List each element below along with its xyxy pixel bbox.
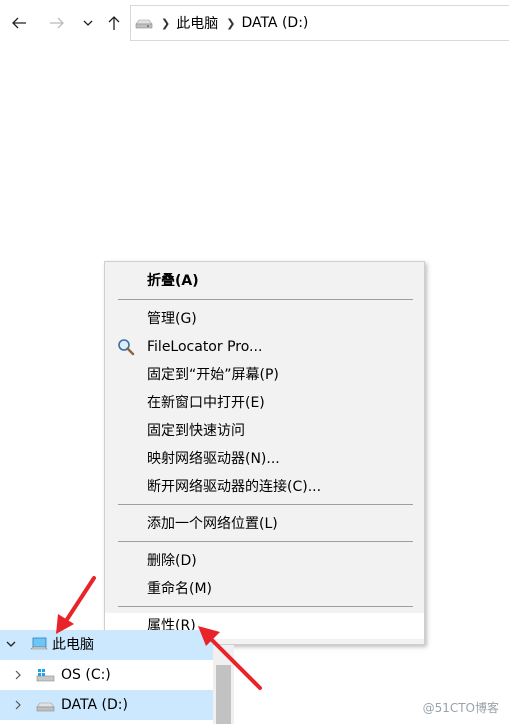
menu-item-label: 断开网络驱动器的连接(C)... <box>147 479 322 495</box>
menu-item-label: 固定到快速访问 <box>147 423 245 439</box>
menu-item-pin-quick-access[interactable]: 固定到快速访问 <box>105 418 424 444</box>
up-arrow-icon <box>108 16 120 30</box>
chevron-right-icon[interactable]: ❯ <box>161 17 170 30</box>
forward-button[interactable] <box>46 10 68 36</box>
menu-item-rename[interactable]: 重命名(M) <box>105 576 424 602</box>
menu-separator <box>118 299 413 300</box>
chevron-right-icon[interactable] <box>14 670 22 680</box>
annotation-arrow-icon <box>198 626 262 690</box>
menu-item-label: 映射网络驱动器(N)... <box>147 451 280 467</box>
forward-arrow-icon <box>50 17 64 29</box>
tree-item-label: OS (C:) <box>61 667 111 683</box>
menu-item-label: 添加一个网络位置(L) <box>147 516 278 532</box>
chevron-down-icon[interactable] <box>6 640 16 648</box>
drive-icon <box>36 702 55 712</box>
watermark: @51CTO博客 <box>422 701 499 715</box>
menu-item-disconnect-network-drive[interactable]: 断开网络驱动器的连接(C)... <box>105 474 424 500</box>
chevron-right-icon[interactable] <box>14 700 22 710</box>
tree-item-os-drive[interactable]: OS (C:) <box>0 660 213 690</box>
address-bar[interactable]: ❯ 此电脑 ❯ DATA (D:) <box>130 5 509 41</box>
menu-item-add-network-location[interactable]: 添加一个网络位置(L) <box>105 511 424 537</box>
navigation-bar: ❯ 此电脑 ❯ DATA (D:) <box>0 0 509 46</box>
menu-item-collapse[interactable]: 折叠(A) <box>105 268 424 294</box>
menu-item-label: FileLocator Pro... <box>147 339 263 355</box>
menu-item-label: 折叠(A) <box>147 273 199 289</box>
menu-item-map-network-drive[interactable]: 映射网络驱动器(N)... <box>105 446 424 472</box>
menu-separator <box>118 541 413 542</box>
context-menu: 折叠(A) 管理(G) FileLocator Pro... 固定到“开始”屏幕… <box>104 261 425 645</box>
menu-separator <box>118 504 413 505</box>
recent-locations-button[interactable] <box>80 10 96 36</box>
menu-item-label: 管理(G) <box>147 311 197 327</box>
menu-item-delete[interactable]: 删除(D) <box>105 548 424 574</box>
drive-icon <box>135 19 153 29</box>
tree-item-data-drive[interactable]: DATA (D:) <box>0 690 213 720</box>
chevron-right-icon[interactable]: ❯ <box>226 17 235 30</box>
menu-item-label: 删除(D) <box>147 553 197 569</box>
up-button[interactable] <box>104 10 124 36</box>
computer-icon <box>30 637 48 650</box>
magnifier-icon <box>118 339 135 356</box>
menu-separator <box>118 606 413 607</box>
menu-item-label: 重命名(M) <box>147 581 213 597</box>
breadcrumb-data-drive[interactable]: DATA (D:) <box>241 15 308 31</box>
tree-item-label: DATA (D:) <box>61 697 128 713</box>
menu-item-filelocator[interactable]: FileLocator Pro... <box>105 334 424 360</box>
back-arrow-icon <box>12 17 26 29</box>
menu-item-label: 固定到“开始”屏幕(P) <box>147 367 279 383</box>
menu-item-open-new-window[interactable]: 在新窗口中打开(E) <box>105 390 424 416</box>
chevron-down-icon <box>83 20 93 26</box>
annotation-arrow-icon <box>56 576 96 634</box>
windows-drive-icon <box>36 669 55 682</box>
menu-item-label: 在新窗口中打开(E) <box>147 395 265 411</box>
tree-item-this-pc[interactable]: 此电脑 <box>0 630 213 660</box>
breadcrumb-this-pc[interactable]: 此电脑 <box>176 13 218 33</box>
back-button[interactable] <box>8 10 30 36</box>
menu-item-manage[interactable]: 管理(G) <box>105 306 424 332</box>
menu-item-pin-to-start[interactable]: 固定到“开始”屏幕(P) <box>105 362 424 388</box>
